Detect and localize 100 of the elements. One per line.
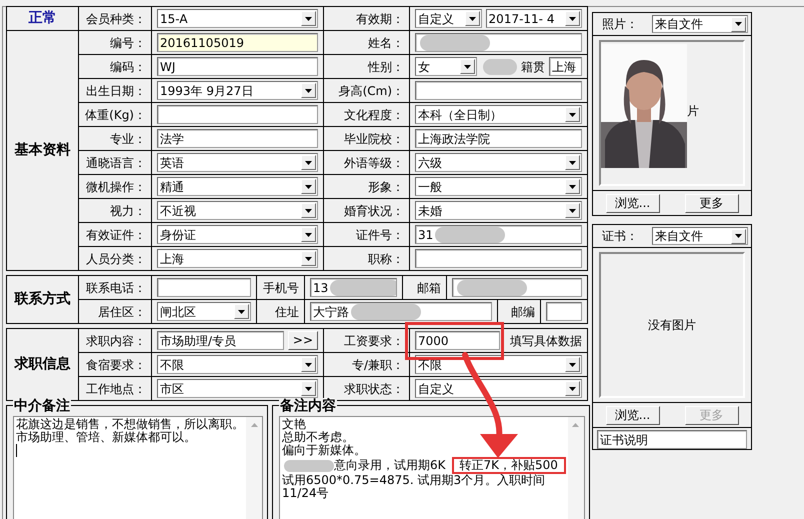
browse-button[interactable]: 浏览...	[606, 194, 660, 212]
dropdown[interactable]: 来自文件	[652, 227, 748, 245]
dropdown[interactable]: 本科（全日制）	[415, 105, 582, 124]
caret-icon	[569, 112, 576, 116]
field-label: 有效证件：	[79, 223, 151, 246]
field-label: 工资要求：	[324, 329, 409, 352]
field-label: 性别：	[324, 55, 409, 78]
field-label: 籍贯	[521, 58, 545, 76]
field-label: 职称：	[324, 247, 409, 270]
dropdown[interactable]: 精通	[157, 177, 318, 196]
text-field[interactable]: 上海政法学院	[415, 129, 582, 148]
dropdown[interactable]: 15-A	[157, 9, 318, 28]
caret-icon	[305, 386, 312, 390]
note-line: 试用6500*0.75=4875. 试用期3个月。入职时间	[282, 474, 546, 487]
dropdown[interactable]: 不近视	[157, 201, 318, 220]
field-label: 求职内容：	[79, 329, 151, 352]
redaction-blur	[483, 58, 517, 74]
browse-button[interactable]: 浏览...	[606, 406, 660, 424]
dropdown[interactable]: 自定义	[415, 9, 482, 28]
dropdown[interactable]: 一般	[415, 177, 582, 196]
field-label: 工作地点：	[79, 377, 151, 400]
note-line: 11/24号	[282, 487, 329, 500]
note-line: 总助不考虑。	[282, 431, 354, 444]
caret-icon	[569, 160, 576, 164]
text-field[interactable]: 法学	[157, 129, 318, 148]
field-label: 邮箱	[403, 276, 446, 299]
caret-icon	[468, 16, 476, 20]
expand-button[interactable]: >>	[288, 331, 318, 350]
field-label: 人员分类：	[79, 247, 151, 270]
field-label: 形象：	[324, 175, 409, 198]
text-field[interactable]	[452, 278, 582, 297]
notes-textarea[interactable]: 花旗这边是销售，不想做销售，所以离职。 市场助理、管培、新媒体都可以。	[13, 416, 263, 519]
text-field[interactable]	[415, 33, 582, 52]
text-field[interactable]	[546, 302, 582, 321]
text-field[interactable]	[157, 105, 318, 124]
caret-icon	[305, 88, 312, 92]
dropdown[interactable]: 身份证	[157, 225, 318, 244]
dropdown[interactable]: 六级	[415, 153, 582, 172]
section-title: 联系方式	[7, 276, 78, 323]
field-label: 编码：	[79, 55, 151, 78]
field-label: 通晓语言：	[79, 151, 151, 174]
text-field[interactable]	[415, 81, 582, 100]
text-field[interactable]	[157, 278, 251, 297]
highlighted-text: 转正7K，补贴500	[452, 457, 566, 474]
field-label: 微机操作：	[79, 175, 151, 198]
caret-icon	[238, 310, 245, 314]
text-field[interactable]: 7000	[415, 331, 500, 350]
field-label: 外语等级：	[324, 151, 409, 174]
field-label: 填写具体数据	[510, 332, 582, 350]
dropdown[interactable]: 女	[415, 57, 477, 76]
caret-icon	[305, 256, 312, 260]
caret-icon	[569, 16, 576, 20]
caret-icon	[735, 22, 742, 26]
empty-image-text: 没有图片	[648, 317, 696, 334]
text-field[interactable]: 大宁路	[310, 302, 492, 321]
field-label: 住址	[257, 300, 304, 323]
dropdown[interactable]: 自定义	[415, 379, 582, 398]
dropdown[interactable]: 来自文件	[652, 15, 748, 33]
group-title: 备注内容	[279, 398, 337, 414]
caret-icon	[305, 232, 312, 236]
dropdown[interactable]: 2017-11- 4	[486, 9, 582, 28]
browse-button[interactable]: 更多	[684, 194, 738, 212]
field-label: 体重(Kg)：	[79, 103, 151, 126]
text-field[interactable]: 31	[415, 225, 582, 244]
section-title: 正常	[7, 7, 78, 30]
dropdown[interactable]: 1993年 9月27日	[157, 81, 318, 100]
field-label: 证书：	[601, 228, 639, 245]
group-title: 中介备注	[13, 398, 71, 414]
dropdown[interactable]: 不限	[157, 355, 318, 374]
text-field[interactable]: 13	[310, 278, 397, 297]
text-field[interactable]: 上海	[549, 57, 582, 76]
redaction-blur	[284, 460, 334, 472]
section-title: 基本资料	[7, 31, 78, 270]
note-line: 市场助理、管培、新媒体都可以。	[16, 431, 196, 444]
image-caption: 片	[687, 103, 699, 120]
field-label: 有效期：	[324, 7, 409, 30]
field-label: 文化程度：	[324, 103, 409, 126]
caret-icon	[305, 208, 312, 212]
caret-icon	[305, 160, 312, 164]
caret-icon	[569, 386, 576, 390]
dropdown[interactable]: 未婚	[415, 201, 582, 220]
description-field[interactable]: 证书说明	[597, 430, 747, 449]
field-label: 居住区：	[79, 300, 151, 323]
dropdown[interactable]: 上海	[157, 249, 318, 268]
notes-textarea[interactable]: 文艳 总助不考虑。 偏向于新媒体。 意向录用，试用期6K 转正7K，补贴500 试用6500*0.75=4875. 试用期3个月。入职时间 11/24号	[279, 416, 585, 519]
note-line: 偏向于新媒体。	[282, 444, 366, 457]
dropdown[interactable]: 闸北区	[157, 302, 251, 321]
text-field[interactable]: WJ	[157, 57, 318, 76]
dropdown[interactable]: 市区	[157, 379, 318, 398]
text-field[interactable]	[415, 249, 582, 268]
dropdown[interactable]: 英语	[157, 153, 318, 172]
caret-icon	[464, 64, 471, 68]
caret-icon	[569, 208, 576, 212]
field-label: 专/兼职：	[324, 353, 409, 376]
text-field[interactable]: 20161105019	[157, 33, 318, 52]
field-label: 毕业院校：	[324, 127, 409, 150]
field-label: 联系电话：	[79, 276, 151, 299]
text-field[interactable]: 市场助理/专员	[157, 331, 284, 350]
field-label: 食宿要求：	[79, 353, 151, 376]
field-label: 姓名：	[324, 31, 409, 54]
